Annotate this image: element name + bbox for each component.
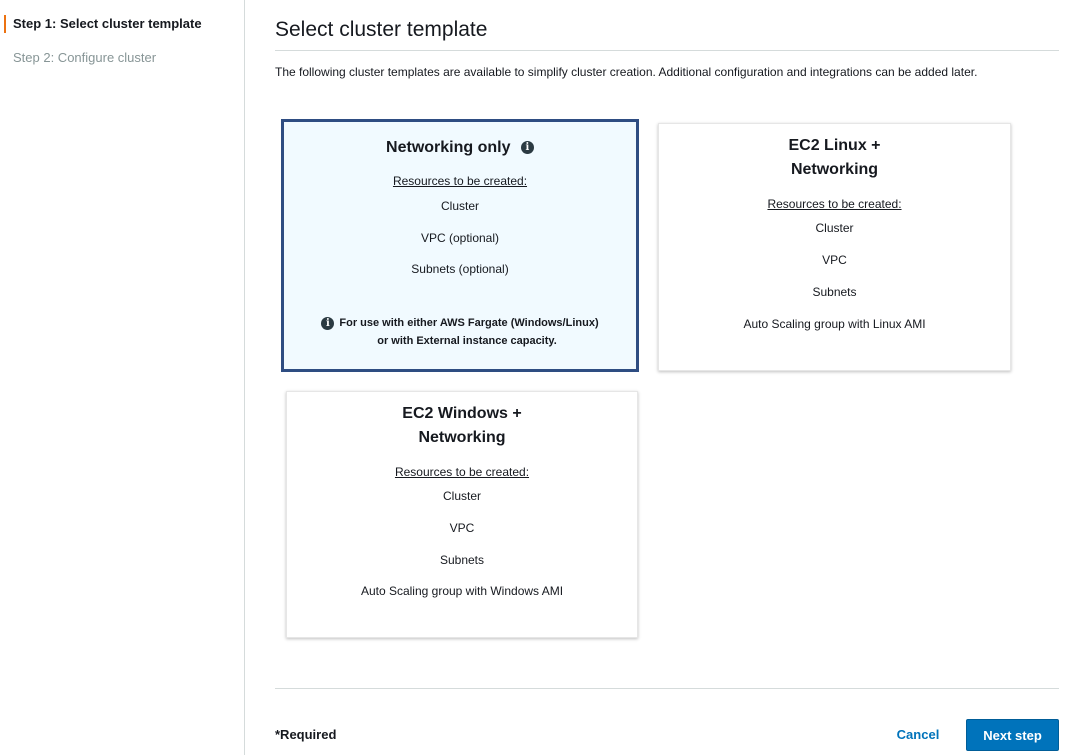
card-item: VPC	[822, 253, 847, 267]
card-item: Subnets	[439, 553, 485, 567]
next-step-button[interactable]: Next step	[966, 719, 1059, 751]
card-title-text: Networking only	[386, 139, 511, 156]
card-note-line-2: or with External instance capacity.	[377, 335, 557, 347]
required-note: *Required	[275, 727, 337, 742]
card-subhead: Resources to be created:	[767, 197, 902, 211]
card-item: Subnets	[812, 285, 857, 299]
card-item: Cluster	[815, 221, 854, 235]
card-subhead-wrap: Resources to be created:	[659, 195, 1010, 213]
template-card-ec2-windows-networking[interactable]: EC2 Windows + Networking Resources to be…	[286, 391, 638, 638]
card-subhead-wrap: Resources to be created:	[287, 463, 637, 481]
page: Step 1: Select cluster template Step 2: …	[0, 0, 1069, 755]
step-2-configure-cluster[interactable]: Step 2: Configure cluster	[13, 50, 156, 66]
wizard-steps-sidebar: Step 1: Select cluster template Step 2: …	[0, 0, 245, 755]
template-card-networking-only[interactable]: Networking only i Resources to be create…	[281, 119, 639, 372]
cancel-button[interactable]: Cancel	[889, 720, 947, 750]
step-1-select-cluster-template[interactable]: Step 1: Select cluster template	[4, 15, 202, 33]
card-note-line-1: i For use with either AWS Fargate (Window…	[284, 314, 636, 332]
card-title-line-2: Networking	[790, 161, 879, 178]
template-card-ec2-linux-networking[interactable]: EC2 Linux + Networking Resources to be c…	[658, 123, 1011, 371]
info-icon[interactable]: i	[520, 141, 534, 155]
card-item: VPC (optional)	[420, 231, 500, 245]
page-title: Select cluster template	[275, 18, 488, 41]
card-item: Cluster	[442, 489, 481, 503]
card-subhead: Resources to be created:	[392, 174, 528, 188]
card-subhead: Resources to be created:	[394, 465, 530, 479]
title-divider	[275, 50, 1059, 51]
card-item: VPC	[449, 521, 475, 535]
card-subhead-wrap: Resources to be created:	[284, 172, 636, 190]
card-title-line-1: EC2 Windows +	[402, 405, 522, 422]
card-title-line-1: EC2 Linux +	[788, 137, 881, 154]
card-item: Cluster	[440, 199, 479, 213]
card-title: Networking only i	[284, 136, 636, 160]
card-item: Subnets (optional)	[411, 262, 509, 276]
footer-divider	[275, 688, 1059, 689]
info-icon: i	[321, 316, 335, 330]
page-description: The following cluster templates are avai…	[275, 65, 978, 79]
card-note-text-1: For use with either AWS Fargate (Windows…	[339, 317, 599, 329]
card-title-line-2: Networking	[418, 429, 506, 446]
card-note: i For use with either AWS Fargate (Window…	[284, 314, 636, 350]
card-item: Auto Scaling group with Windows AMI	[360, 584, 564, 598]
card-item: Auto Scaling group with Linux AMI	[743, 317, 926, 331]
